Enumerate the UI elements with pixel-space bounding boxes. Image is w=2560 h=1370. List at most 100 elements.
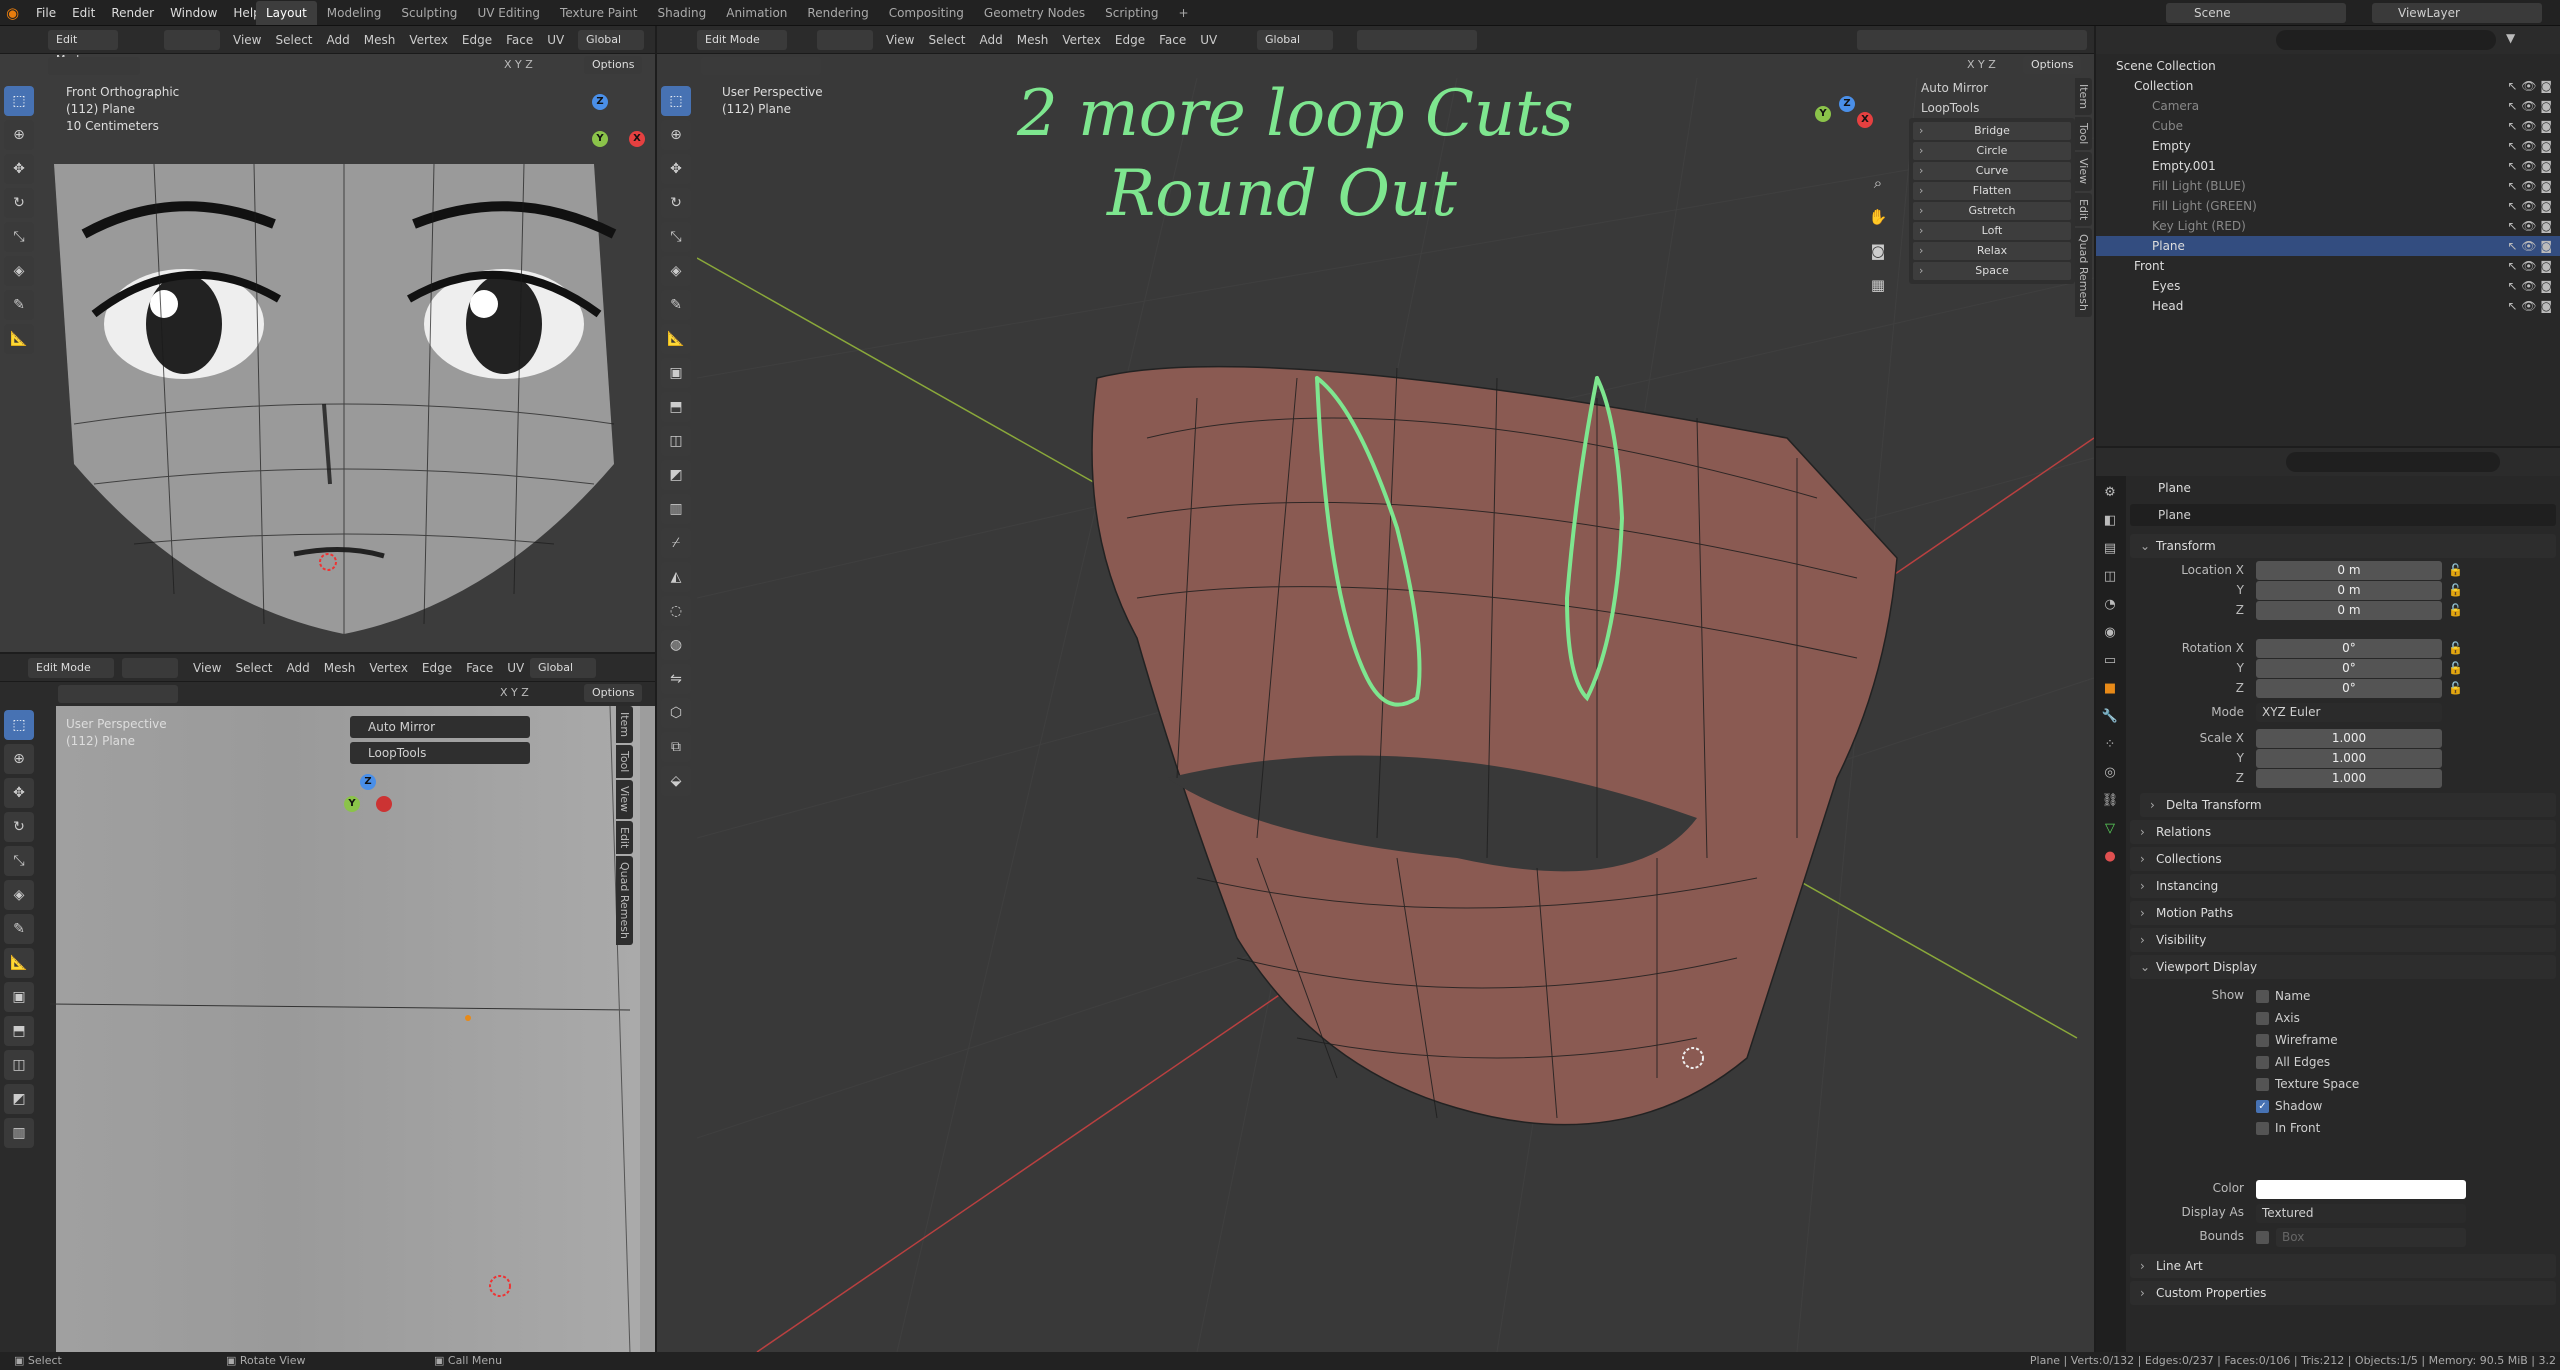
data-tab-icon[interactable]: ▽ xyxy=(2099,818,2121,840)
viewport-front-ortho[interactable]: Edit Mode ViewSelectAddMeshVertexEdgeFac… xyxy=(0,26,655,652)
panel-auto-mirror[interactable]: Auto Mirror xyxy=(1909,78,2075,98)
bounds-dropdown[interactable]: Box xyxy=(2276,1228,2466,1247)
visibility-icons[interactable]: ↖ 👁 ◙ xyxy=(2507,216,2552,236)
tab-animation[interactable]: Animation xyxy=(716,1,797,25)
display-as-dropdown[interactable]: Textured xyxy=(2256,1204,2466,1223)
gizmo-y-axis[interactable]: Y xyxy=(1815,106,1831,122)
mirror-axes[interactable]: X Y Z xyxy=(1967,58,1996,71)
tab-edit[interactable]: Edit xyxy=(616,820,633,854)
visibility-icons[interactable]: ↖ 👁 ◙ xyxy=(2507,176,2552,196)
show-texture-space-checkbox[interactable]: Texture Space xyxy=(2256,1074,2359,1094)
tab-quad-remesh[interactable]: Quad Remesh xyxy=(2075,227,2092,317)
outliner-item-camera[interactable]: Camera ↖ 👁 ◙ xyxy=(2096,96,2560,116)
menu-uv[interactable]: UV xyxy=(540,26,571,54)
modifier-tab-icon[interactable]: 🔧 xyxy=(2099,706,2121,728)
world-tab-icon[interactable]: ◉ xyxy=(2099,622,2121,644)
visibility-icons[interactable]: ↖ 👁 ◙ xyxy=(2507,256,2552,276)
rotation-mode-dropdown[interactable]: XYZ Euler xyxy=(2256,703,2442,722)
scale-field-2[interactable]: 1.000 xyxy=(2256,769,2442,788)
options-button[interactable]: Options xyxy=(2023,56,2082,74)
extrude-icon[interactable]: ⬒ xyxy=(661,392,691,422)
section-line-art[interactable]: › Line Art xyxy=(2130,1254,2556,1278)
menu-mesh[interactable]: Mesh xyxy=(1010,26,1056,54)
viewport-bl-canvas[interactable]: User Perspective (112) Plane Auto Mirror… xyxy=(50,706,640,1352)
menu-select[interactable]: Select xyxy=(268,26,319,54)
options-button[interactable]: Options xyxy=(584,684,643,702)
menu-vertex[interactable]: Vertex xyxy=(362,654,415,682)
bevel-icon[interactable]: ◩ xyxy=(4,1084,34,1114)
outliner-item-eyes[interactable]: Eyes ↖ 👁 ◙ xyxy=(2096,276,2560,296)
tab-quad-remesh[interactable]: Quad Remesh xyxy=(616,855,633,945)
color-swatch[interactable] xyxy=(2256,1180,2466,1199)
properties-search-input[interactable] xyxy=(2286,452,2500,472)
annotate-icon[interactable]: ✎ xyxy=(661,290,691,320)
select-mode-buttons[interactable] xyxy=(122,658,178,678)
extrude-icon[interactable]: ⬒ xyxy=(4,1016,34,1046)
gizmo-z-axis[interactable]: Z xyxy=(1839,96,1855,112)
orientation-dropdown[interactable]: Global xyxy=(578,30,644,50)
annotate-icon[interactable]: ✎ xyxy=(4,914,34,944)
material-tab-icon[interactable]: ● xyxy=(2099,846,2121,868)
tab-rendering[interactable]: Rendering xyxy=(797,1,878,25)
outliner-item-front[interactable]: Front ↖ 👁 ◙ xyxy=(2096,256,2560,276)
view-layer-tab-icon[interactable]: ◫ xyxy=(2099,566,2121,588)
looptools-circle-button[interactable]: › Circle xyxy=(1913,142,2071,160)
loop-cut-icon[interactable]: ▥ xyxy=(661,494,691,524)
show-wireframe-checkbox[interactable]: Wireframe xyxy=(2256,1030,2338,1050)
tab-edit[interactable]: Edit xyxy=(2075,192,2092,226)
tab-shading[interactable]: Shading xyxy=(647,1,716,25)
add-cube-icon[interactable]: ▣ xyxy=(4,982,34,1012)
panel-looptools[interactable]: LoopTools xyxy=(1909,98,2075,118)
menu-add[interactable]: Add xyxy=(973,26,1010,54)
menu-vertex[interactable]: Vertex xyxy=(1055,26,1108,54)
gizmo-z-axis[interactable]: Z xyxy=(360,774,376,790)
visibility-icons[interactable]: ↖ 👁 ◙ xyxy=(2507,296,2552,316)
tab-item[interactable]: Item xyxy=(616,706,633,744)
looptools-flatten-button[interactable]: › Flatten xyxy=(1913,182,2071,200)
menu-uv[interactable]: UV xyxy=(500,654,531,682)
selection-mode-icons[interactable] xyxy=(48,57,140,75)
visibility-icons[interactable]: ↖ 👁 ◙ xyxy=(2507,196,2552,216)
visibility-icons[interactable]: ↖ 👁 ◙ xyxy=(2507,96,2552,116)
cursor-icon[interactable]: ⊕ xyxy=(4,744,34,774)
edge-slide-icon[interactable]: ⇋ xyxy=(661,664,691,694)
viewport-main[interactable]: Edit Mode View Select Add Mesh Vertex Edge Fac… xyxy=(657,26,2094,1352)
measure-icon[interactable]: 📐 xyxy=(4,948,34,978)
menu-edge[interactable]: Edge xyxy=(455,26,499,54)
tab-tool[interactable]: Tool xyxy=(2075,117,2092,151)
add-cube-icon[interactable]: ▣ xyxy=(661,358,691,388)
outliner-item-fill-light-green[interactable]: Fill Light (GREEN) ↖ 👁 ◙ xyxy=(2096,196,2560,216)
scene-tab-icon[interactable]: ◔ xyxy=(2099,594,2121,616)
menu-add[interactable]: Add xyxy=(320,26,357,54)
visibility-icons[interactable]: ↖ 👁 ◙ xyxy=(2507,136,2552,156)
shear-icon[interactable]: ⧉ xyxy=(661,732,691,762)
viewlayer-selector[interactable]: ViewLayer xyxy=(2372,3,2542,23)
spin-icon[interactable]: ◌ xyxy=(661,596,691,626)
measure-icon[interactable]: 📐 xyxy=(661,324,691,354)
physics-tab-icon[interactable]: ◎ xyxy=(2099,762,2121,784)
menu-face[interactable]: Face xyxy=(1152,26,1193,54)
show-in-front-checkbox[interactable]: In Front xyxy=(2256,1118,2320,1138)
scale-icon[interactable]: ⤡ xyxy=(661,222,691,252)
looptools-loft-button[interactable]: › Loft xyxy=(1913,222,2071,240)
gizmo-x-axis[interactable] xyxy=(376,796,392,812)
tab-item[interactable]: Item xyxy=(2075,78,2092,116)
visibility-icons[interactable]: ↖ 👁 ◙ xyxy=(2507,156,2552,176)
tab-modeling[interactable]: Modeling xyxy=(317,1,392,25)
menu-vertex[interactable]: Vertex xyxy=(402,26,455,54)
selection-mode-icons[interactable] xyxy=(701,57,821,75)
gizmo-y-axis[interactable]: Y xyxy=(344,796,360,812)
show-axis-checkbox[interactable]: Axis xyxy=(2256,1008,2300,1028)
smooth-icon[interactable]: ◍ xyxy=(661,630,691,660)
output-tab-icon[interactable]: ▤ xyxy=(2099,538,2121,560)
section-delta-transform[interactable]: › Delta Transform xyxy=(2140,793,2556,817)
menu-select[interactable]: Select xyxy=(921,26,972,54)
menu-window[interactable]: Window xyxy=(162,0,225,26)
menu-view[interactable]: View xyxy=(226,26,268,54)
outliner-item-empty[interactable]: Empty ↖ 👁 ◙ xyxy=(2096,136,2560,156)
section-visibility[interactable]: › Visibility xyxy=(2130,928,2556,952)
location-field-2[interactable]: 0 m xyxy=(2256,601,2442,620)
visibility-icons[interactable]: ↖ 👁 ◙ xyxy=(2507,116,2552,136)
outliner-item-fill-light-blue[interactable]: Fill Light (BLUE) ↖ 👁 ◙ xyxy=(2096,176,2560,196)
lock-icon[interactable]: 🔓 xyxy=(2448,583,2463,597)
